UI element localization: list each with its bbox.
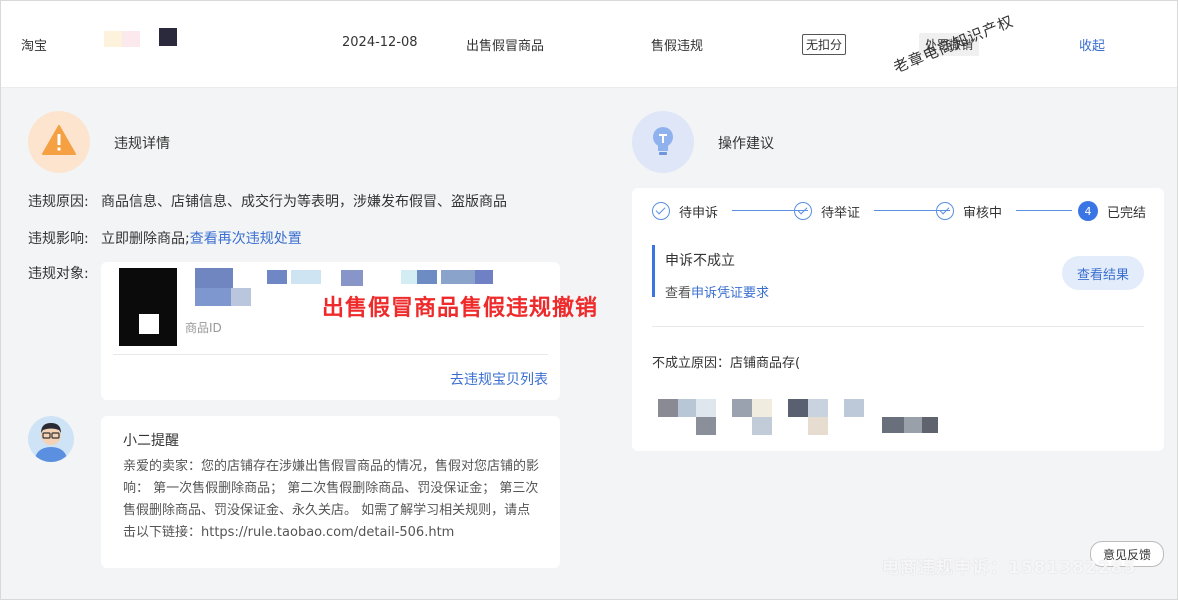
view-result-button[interactable]: 查看结果 bbox=[1062, 256, 1144, 290]
record-type: 售假违规 bbox=[651, 39, 704, 54]
blurred-product-title bbox=[231, 288, 251, 306]
blurred-shop-name bbox=[122, 31, 140, 47]
blurred-reason-detail bbox=[922, 417, 938, 433]
reason-text: 商品信息、店铺信息、成交行为等表明，涉嫌发布假冒、盗版商品 bbox=[101, 194, 507, 210]
result-accent-bar bbox=[652, 245, 655, 297]
blurred-shop-name bbox=[159, 28, 177, 46]
appeal-evidence-link[interactable]: 申诉凭证要求 bbox=[691, 286, 769, 301]
check-circle-icon bbox=[936, 202, 954, 220]
impact-label: 违规影响: bbox=[28, 231, 89, 247]
blurred-reason-detail bbox=[844, 399, 864, 417]
lightbulb-icon bbox=[632, 111, 694, 173]
blurred-product-title bbox=[195, 268, 233, 288]
step-pending-evidence: 待举证 bbox=[794, 201, 860, 221]
blurred-reason-detail bbox=[696, 399, 716, 417]
blurred-product-title bbox=[267, 270, 287, 284]
check-circle-icon bbox=[794, 202, 812, 220]
violation-section-title: 违规详情 bbox=[114, 136, 170, 152]
blurred-reason-detail bbox=[808, 399, 828, 417]
collapse-link[interactable]: 收起 bbox=[1079, 35, 1105, 54]
blurred-reason-detail bbox=[788, 399, 808, 417]
fail-reason-text: 不成立原因：店铺商品存( bbox=[652, 356, 801, 371]
record-date: 2024-12-08 bbox=[342, 35, 418, 50]
step-connector bbox=[1016, 210, 1072, 211]
bottom-watermark: 电商违规申诉：1581382285 bbox=[882, 558, 1137, 578]
result-subtitle: 查看申诉凭证要求 bbox=[665, 282, 769, 301]
blurred-product-image bbox=[119, 268, 177, 346]
blurred-reason-detail bbox=[882, 417, 904, 433]
violation-target-card: 商品ID 去违规宝贝列表 bbox=[101, 262, 560, 400]
blurred-product-title bbox=[441, 270, 475, 284]
goods-id-label: 商品ID bbox=[185, 321, 222, 335]
impact-value: 立即删除商品;查看再次违规处置 bbox=[101, 228, 302, 248]
blurred-product-image bbox=[139, 314, 159, 334]
blurred-shop-name bbox=[104, 31, 122, 47]
tip-title: 小二提醒 bbox=[123, 433, 179, 449]
step-label: 审核中 bbox=[963, 205, 1003, 221]
overlay-caption: 出售假冒商品售假违规撤销 bbox=[322, 296, 599, 321]
blurred-product-title bbox=[475, 270, 493, 284]
blurred-reason-detail bbox=[732, 399, 752, 417]
blurred-product-title bbox=[341, 270, 363, 286]
target-label: 违规对象: bbox=[28, 266, 89, 282]
step-label: 已完结 bbox=[1107, 205, 1147, 221]
blurred-reason-detail bbox=[752, 417, 772, 435]
record-category: 出售假冒商品 bbox=[466, 39, 545, 54]
step-label: 待申诉 bbox=[679, 205, 719, 221]
reason-label: 违规原因: bbox=[28, 194, 89, 210]
warning-icon bbox=[28, 111, 90, 173]
blurred-reason-detail bbox=[678, 399, 696, 417]
check-circle-icon bbox=[652, 202, 670, 220]
step-pending-appeal: 待申诉 bbox=[652, 201, 718, 221]
blurred-product-title bbox=[195, 288, 231, 306]
platform-label: 淘宝 bbox=[21, 39, 48, 54]
step-number-badge: 4 bbox=[1078, 201, 1098, 221]
blurred-reason-detail bbox=[752, 399, 772, 417]
appeal-status-card: 待申诉 待举证 审核中 4 已完结 申诉不成立 查看申诉凭证要求 查看结果 不成… bbox=[632, 188, 1164, 451]
repeat-violation-link[interactable]: 查看再次违规处置 bbox=[190, 231, 302, 247]
blurred-product-title bbox=[417, 270, 437, 284]
advice-section-title: 操作建议 bbox=[718, 136, 774, 152]
blurred-product-title bbox=[291, 270, 321, 284]
blurred-reason-detail bbox=[658, 399, 678, 417]
points-badge: 无扣分 bbox=[802, 34, 847, 55]
blurred-reason-detail bbox=[904, 417, 922, 433]
step-completed: 4 已完结 bbox=[1078, 201, 1146, 221]
card-divider bbox=[652, 326, 1144, 327]
step-reviewing: 审核中 bbox=[936, 201, 1002, 221]
impact-text: 立即删除商品; bbox=[101, 231, 190, 247]
tip-body: 亲爱的卖家：您的店铺存在涉嫌出售假冒商品的情况，售假对您店铺的影响： 第一次售假… bbox=[123, 459, 540, 540]
tip-card: 小二提醒 亲爱的卖家：您的店铺存在涉嫌出售假冒商品的情况，售假对您店铺的影响： … bbox=[101, 416, 560, 568]
result-prefix: 查看 bbox=[665, 286, 692, 301]
step-label: 待举证 bbox=[821, 205, 861, 221]
assistant-avatar bbox=[28, 416, 74, 462]
blurred-reason-detail bbox=[808, 417, 828, 435]
blurred-reason-detail bbox=[696, 417, 716, 435]
result-title: 申诉不成立 bbox=[665, 253, 735, 269]
violation-goods-list-link[interactable]: 去违规宝贝列表 bbox=[450, 369, 548, 389]
card-divider bbox=[113, 354, 548, 355]
